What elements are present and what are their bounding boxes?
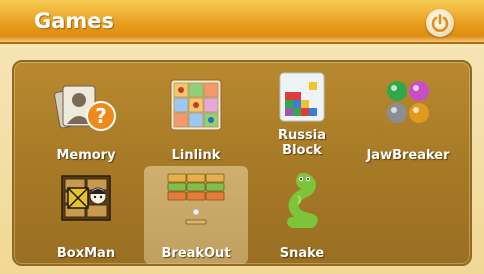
game-tile-breakout[interactable]: BreakOut <box>144 166 248 264</box>
game-tile-snake[interactable]: Snake <box>252 166 352 264</box>
power-button[interactable] <box>426 9 454 37</box>
linlink-icon <box>170 79 222 131</box>
game-label: Snake <box>279 246 325 261</box>
jawbreaker-icon <box>387 81 429 123</box>
game-tile-russia-block[interactable]: Russia Block <box>252 64 352 162</box>
game-label: Russia Block <box>278 128 326 158</box>
snake-icon <box>287 173 318 228</box>
russia-block-icon <box>279 72 325 122</box>
game-tile-jawbreaker[interactable]: JawBreaker <box>358 68 458 166</box>
game-tile-memory[interactable]: ? Memory <box>36 68 136 166</box>
power-icon <box>431 14 449 32</box>
games-screen: Games ? Memory Linlink Russia Block JawB… <box>0 0 484 274</box>
app-title: Games <box>34 9 115 33</box>
game-label: BoxMan <box>56 246 116 261</box>
game-tile-linlink[interactable]: Linlink <box>146 68 246 166</box>
memory-icon: ? <box>54 85 116 131</box>
title-bar: Games <box>0 0 484 44</box>
game-label: BreakOut <box>161 246 231 261</box>
game-tile-boxman[interactable]: BoxMan <box>36 166 136 264</box>
breakout-icon <box>167 173 225 225</box>
games-panel: ? Memory Linlink Russia Block JawBreaker… <box>12 60 472 266</box>
boxman-icon <box>61 175 111 221</box>
game-label: JawBreaker <box>366 148 450 163</box>
svg-text:?: ? <box>95 104 107 128</box>
game-label: Memory <box>56 148 116 163</box>
game-label: Linlink <box>171 148 221 163</box>
